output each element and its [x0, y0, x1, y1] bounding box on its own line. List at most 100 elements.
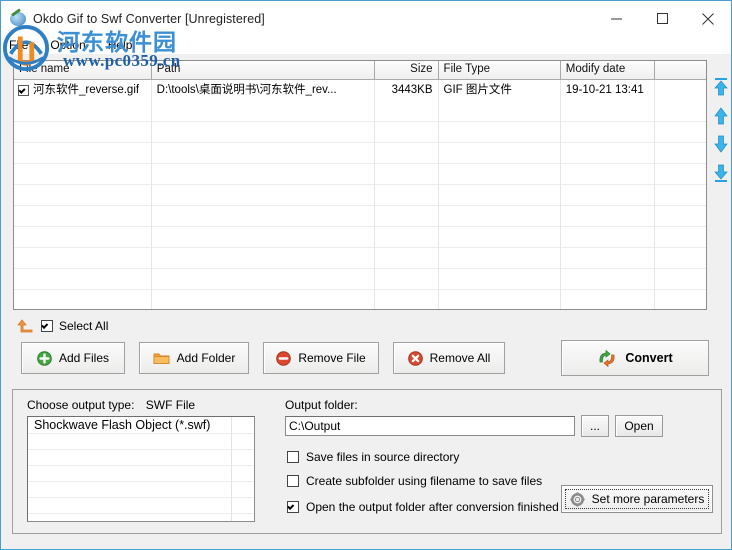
file-list-header: File name Path Size File Type Modify dat…	[14, 61, 706, 80]
convert-label: Convert	[625, 351, 673, 365]
cell-empty	[560, 122, 656, 143]
option-create-subfolder[interactable]: Create subfolder using filename to save …	[287, 474, 542, 488]
menu-item-help[interactable]: Help	[106, 38, 143, 52]
remove-file-button[interactable]: Remove File	[263, 342, 379, 374]
column-header-extra[interactable]	[655, 61, 706, 80]
cell-empty	[655, 248, 706, 269]
cell-empty	[655, 164, 706, 185]
browse-folder-button[interactable]: ...	[581, 415, 609, 437]
column-header-file-type[interactable]: File Type	[438, 61, 561, 80]
output-type-label-row: Choose output type: SWF File	[27, 398, 195, 412]
list-item-empty[interactable]	[28, 482, 254, 498]
close-button[interactable]	[685, 1, 731, 36]
table-row[interactable]: 河东软件_reverse.gif D:\tools\桌面说明书\河东软件_rev…	[14, 80, 706, 101]
table-row-empty[interactable]	[14, 206, 706, 227]
output-settings-panel: Choose output type: SWF File Shockwave F…	[12, 389, 722, 534]
table-row-empty[interactable]	[14, 164, 706, 185]
column-header-size[interactable]: Size	[374, 61, 439, 80]
column-header-modify-date[interactable]: Modify date	[560, 61, 656, 80]
table-row-empty[interactable]	[14, 185, 706, 206]
file-list-body[interactable]: 河东软件_reverse.gif D:\tools\桌面说明书\河东软件_rev…	[14, 80, 706, 309]
output-folder-label: Output folder:	[285, 398, 358, 412]
table-row-empty[interactable]	[14, 269, 706, 290]
cell-empty	[374, 227, 439, 248]
create-subfolder-checkbox[interactable]	[287, 475, 299, 487]
file-list-empty-rows	[14, 101, 706, 309]
convert-button[interactable]: Convert	[561, 340, 709, 376]
cell-empty	[374, 206, 439, 227]
create-subfolder-label: Create subfolder using filename to save …	[306, 474, 543, 488]
option-open-output-folder[interactable]: Open the output folder after conversion …	[287, 500, 559, 514]
move-up-button[interactable]	[711, 105, 731, 127]
cell-empty	[151, 227, 375, 248]
cell-empty	[14, 248, 152, 269]
add-files-button[interactable]: Add Files	[21, 342, 125, 374]
minimize-button[interactable]	[593, 1, 639, 36]
menu-item-option[interactable]: Option	[48, 38, 95, 52]
save-in-source-checkbox[interactable]	[287, 451, 299, 463]
select-all-checkbox[interactable]	[41, 320, 53, 332]
menu-item-file[interactable]: File	[7, 38, 38, 52]
maximize-button[interactable]	[639, 1, 685, 36]
table-row-empty[interactable]	[14, 101, 706, 122]
row-checkbox[interactable]	[18, 85, 29, 96]
move-down-button[interactable]	[711, 133, 731, 155]
status-bar	[2, 534, 730, 548]
file-name-text: 河东软件_reverse.gif	[33, 84, 140, 96]
output-type-list[interactable]: Shockwave Flash Object (*.swf)	[27, 416, 255, 522]
list-item-empty[interactable]	[28, 450, 254, 466]
cell-empty	[438, 164, 561, 185]
cell-path: D:\tools\桌面说明书\河东软件_rev...	[152, 80, 375, 101]
list-item[interactable]: Shockwave Flash Object (*.swf)	[28, 417, 254, 434]
cell-empty	[151, 185, 375, 206]
file-list[interactable]: File name Path Size File Type Modify dat…	[13, 60, 707, 310]
list-item-empty[interactable]	[28, 434, 254, 450]
cell-empty	[151, 269, 375, 290]
cell-empty	[655, 290, 706, 309]
column-header-file-name[interactable]: File name	[14, 61, 152, 80]
cell-empty	[14, 206, 152, 227]
column-header-path[interactable]: Path	[151, 61, 375, 80]
red-minus-icon	[276, 350, 292, 366]
select-all-label: Select All	[59, 319, 109, 333]
remove-all-button[interactable]: Remove All	[393, 342, 505, 374]
cell-empty	[374, 143, 439, 164]
open-output-folder-checkbox[interactable]	[287, 501, 299, 513]
list-item-empty[interactable]	[28, 466, 254, 482]
set-more-parameters-button[interactable]: Set more parameters	[561, 485, 713, 513]
add-folder-button[interactable]: Add Folder	[139, 342, 249, 374]
cell-empty	[374, 122, 439, 143]
move-to-top-button[interactable]	[711, 76, 731, 98]
cell-empty	[14, 101, 152, 122]
table-row-empty[interactable]	[14, 143, 706, 164]
cell-empty	[560, 164, 656, 185]
open-folder-button[interactable]: Open	[615, 415, 663, 437]
cell-empty	[438, 122, 561, 143]
select-all-row: Select All	[17, 316, 108, 336]
cell-empty	[655, 227, 706, 248]
cell-empty	[560, 185, 656, 206]
cell-empty	[14, 227, 152, 248]
output-type-list-divider	[231, 417, 232, 521]
cell-empty	[438, 227, 561, 248]
output-folder-input[interactable]: C:\Output	[285, 416, 575, 436]
list-item-empty[interactable]	[28, 514, 254, 521]
cell-empty	[151, 101, 375, 122]
list-item-empty[interactable]	[28, 498, 254, 514]
cell-file-name[interactable]: 河东软件_reverse.gif	[14, 80, 152, 101]
focus-outline	[565, 489, 709, 509]
table-row-empty[interactable]	[14, 290, 706, 309]
up-level-folder-icon[interactable]	[17, 319, 33, 333]
cell-empty	[375, 290, 439, 309]
orange-folder-icon	[153, 353, 170, 365]
table-row-empty[interactable]	[14, 227, 706, 248]
convert-arrows-icon	[599, 349, 615, 367]
table-row-empty[interactable]	[14, 248, 706, 269]
option-save-in-source-directory[interactable]: Save files in source directory	[287, 450, 459, 464]
cell-empty	[438, 206, 561, 227]
move-to-bottom-button[interactable]	[711, 162, 731, 184]
cell-empty	[14, 269, 152, 290]
cell-empty	[14, 122, 152, 143]
table-row-empty[interactable]	[14, 122, 706, 143]
cell-size: 3443KB	[375, 80, 439, 101]
